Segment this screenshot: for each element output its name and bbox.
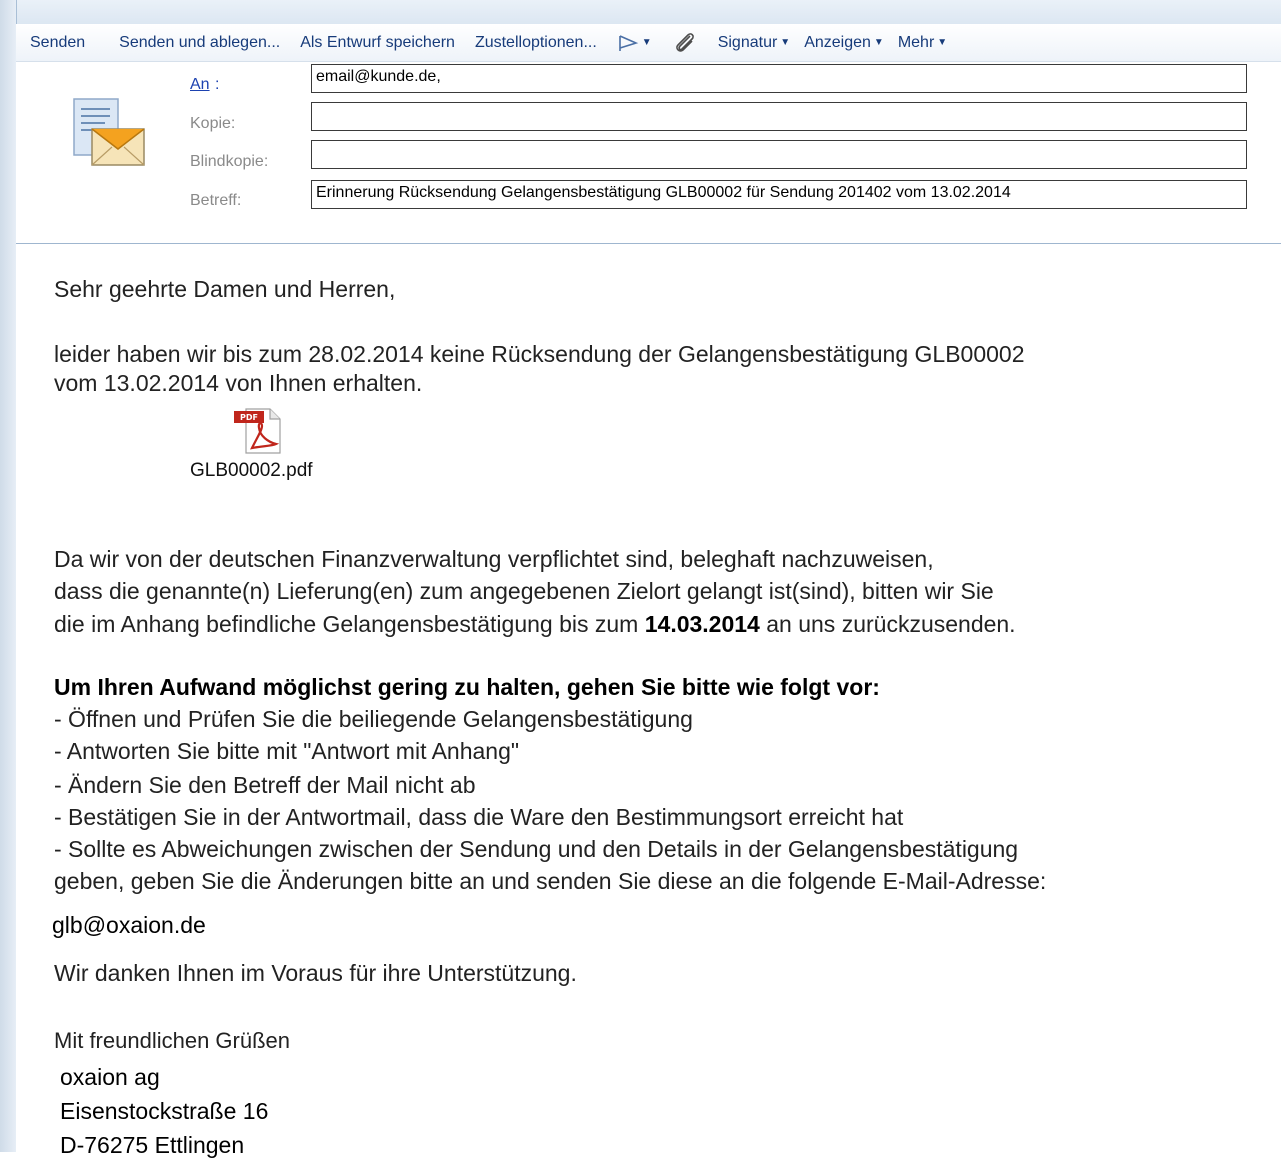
to-label-colon: : (215, 76, 220, 93)
mail-composer: Senden Senden und ablegen... Als Entwurf… (16, 24, 1281, 1158)
flag-dropdown[interactable]: ▼ (617, 34, 652, 52)
step-2: - Antworten Sie bitte mit "Antwort mit A… (54, 738, 520, 764)
to-field[interactable]: email@kunde.de, (311, 64, 1247, 93)
attach-button[interactable] (672, 31, 698, 55)
bcc-label: Blindkopie: (190, 153, 269, 170)
paragraph-2-line-2: dass die genannte(n) Lieferung(en) zum a… (54, 578, 994, 604)
envelope-icon (73, 98, 145, 166)
chevron-down-icon: ▼ (937, 37, 948, 48)
paragraph-2-line-3-end: an uns zurückzusenden. (759, 611, 1016, 637)
save-draft-button[interactable]: Als Entwurf speichern (300, 34, 455, 52)
chevron-down-icon: ▼ (873, 37, 884, 48)
signature-menu[interactable]: Signatur ▼ (718, 34, 791, 52)
to-label[interactable]: An (190, 76, 210, 94)
company-name: oxaion ag (60, 1064, 160, 1090)
company-city: D-76275 Ettlingen (60, 1132, 245, 1158)
display-menu[interactable]: Anzeigen ▼ (804, 34, 884, 52)
instructions-heading: Um Ihren Aufwand möglichst gering zu hal… (54, 674, 880, 700)
bcc-field[interactable] (311, 140, 1247, 169)
step-3: - Ändern Sie den Betreff der Mail nicht … (54, 772, 476, 798)
more-menu[interactable]: Mehr ▼ (898, 34, 947, 52)
attachment[interactable]: PDF GLB00002.pdf (190, 408, 340, 488)
chevron-down-icon: ▼ (780, 37, 791, 48)
paragraph-2-line-3-start: die im Anhang befindliche Gelangensbestä… (54, 611, 645, 637)
send-and-file-button[interactable]: Senden und ablegen... (119, 34, 280, 52)
contact-email[interactable]: glb@oxaion.de (52, 912, 206, 939)
message-header: An: email@kunde.de, Kopie: Blindkopie: B… (16, 62, 1281, 244)
window-left-frame (0, 0, 17, 1152)
cc-field[interactable] (311, 102, 1247, 131)
window-top-bar (0, 0, 1281, 25)
subject-label: Betreff: (190, 192, 242, 209)
delivery-options-button[interactable]: Zustelloptionen... (475, 34, 597, 52)
display-label: Anzeigen (804, 33, 871, 51)
step-1: - Öffnen und Prüfen Sie die beiliegende … (54, 706, 693, 732)
paragraph-1-line-1: leider haben wir bis zum 28.02.2014 kein… (54, 341, 1025, 367)
pdf-icon: PDF (234, 408, 281, 454)
paragraph-2-line-3: die im Anhang befindliche Gelangensbestä… (54, 611, 1016, 638)
send-button[interactable]: Senden (30, 34, 85, 52)
cc-label: Kopie: (190, 115, 236, 132)
closing-line: Mit freundlichen Grüßen (54, 1028, 290, 1053)
company-street: Eisenstockstraße 16 (60, 1098, 269, 1124)
attachment-name: GLB00002.pdf (190, 460, 313, 481)
step-5-continued: geben, geben Sie die Änderungen bitte an… (54, 868, 1047, 894)
pdf-badge: PDF (240, 413, 258, 422)
paragraph-2-line-1: Da wir von der deutschen Finanzverwaltun… (54, 546, 934, 572)
paperclip-icon (675, 32, 694, 52)
paragraph-1-line-2: vom 13.02.2014 von Ihnen erhalten. (54, 370, 423, 396)
greeting: Sehr geehrte Damen und Herren, (54, 276, 396, 302)
step-5: - Sollte es Abweichungen zwischen der Se… (54, 836, 1019, 862)
subject-field[interactable]: Erinnerung Rücksendung Gelangensbestätig… (311, 180, 1247, 209)
message-body[interactable]: Sehr geehrte Damen und Herren, leider ha… (16, 244, 1281, 1158)
signature-label: Signatur (717, 33, 778, 51)
step-4: - Bestätigen Sie in der Antwortmail, das… (54, 804, 904, 830)
composer-toolbar: Senden Senden und ablegen... Als Entwurf… (16, 24, 1281, 62)
thanks-line: Wir danken Ihnen im Voraus für ihre Unte… (54, 960, 577, 986)
deadline-date: 14.03.2014 (644, 611, 760, 637)
flag-icon (618, 34, 639, 51)
more-label: Mehr (897, 33, 935, 51)
chevron-down-icon: ▼ (641, 37, 652, 48)
